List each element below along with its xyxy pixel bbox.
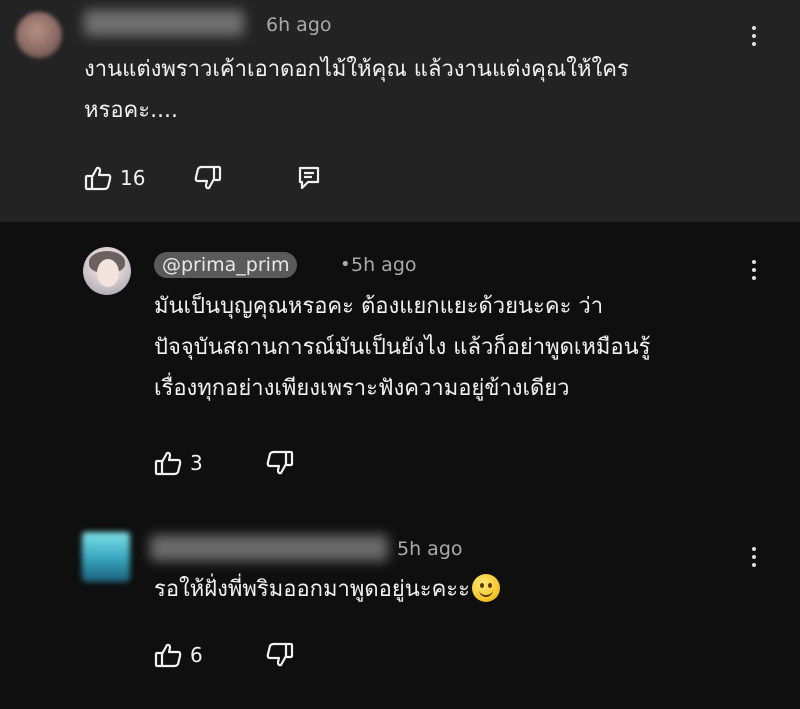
like-button[interactable]: 6	[154, 642, 203, 668]
comment-text-line: ปัจจุบันสถานการณ์มันเป็นยังไง แล้วก็อย่า…	[154, 335, 651, 360]
more-vert-icon[interactable]	[752, 26, 758, 50]
thumbs-up-icon	[154, 643, 182, 668]
comment-text-line: หรอคะ....	[84, 98, 179, 123]
dislike-button[interactable]	[266, 450, 294, 476]
like-count: 6	[190, 643, 203, 667]
avatar[interactable]	[83, 247, 131, 295]
comment-timestamp: 6h ago	[266, 14, 332, 36]
more-vert-icon[interactable]	[752, 547, 758, 571]
comment-text: มันเป็นบุญคุณหรอคะ ต้องแยกแยะด้วยนะคะ ว่…	[154, 286, 650, 409]
smiling-face-icon	[471, 574, 500, 602]
avatar[interactable]	[82, 532, 130, 582]
like-button[interactable]: 16	[84, 165, 145, 191]
reply-icon	[298, 166, 320, 190]
meta-separator: •	[340, 254, 351, 275]
blurred-username[interactable]	[84, 10, 244, 36]
like-count: 16	[120, 166, 146, 190]
thumbs-down-icon	[266, 450, 294, 475]
thumbs-down-icon	[266, 642, 294, 667]
channel-handle-chip[interactable]: @prima_prim	[154, 252, 298, 278]
comment-text: รอให้ฝั่งพี่พริมออกมาพูดอยู่นะคะะ	[154, 569, 500, 610]
comment-text-line: มันเป็นบุญคุณหรอคะ ต้องแยกแยะด้วยนะคะ ว่…	[154, 294, 604, 319]
comment-text-line: รอให้ฝั่งพี่พริมออกมาพูดอยู่นะคะะ	[154, 577, 470, 602]
dislike-button[interactable]	[194, 165, 222, 191]
reply-button[interactable]	[298, 166, 320, 190]
thumbs-up-icon	[84, 166, 112, 191]
comment-timestamp: 5h ago	[397, 538, 463, 560]
comment-text-line: งานแต่งพราวเค้าเอาดอกไม้ให้คุณ แล้วงานแต…	[84, 57, 629, 82]
like-button[interactable]: 3	[154, 450, 203, 476]
comment-text-line: เรื่องทุกอย่างเพียงเพราะฟังความอยู่ข้างเ…	[154, 376, 570, 401]
thumbs-up-icon	[154, 451, 182, 476]
comment-text: งานแต่งพราวเค้าเอาดอกไม้ให้คุณ แล้วงานแต…	[84, 49, 629, 131]
avatar[interactable]	[16, 12, 62, 58]
blurred-username[interactable]	[150, 535, 388, 561]
like-count: 3	[190, 451, 203, 475]
comment-timestamp: 5h ago	[351, 254, 417, 276]
thumbs-down-icon	[194, 165, 222, 190]
dislike-button[interactable]	[266, 642, 294, 668]
more-vert-icon[interactable]	[752, 260, 758, 284]
